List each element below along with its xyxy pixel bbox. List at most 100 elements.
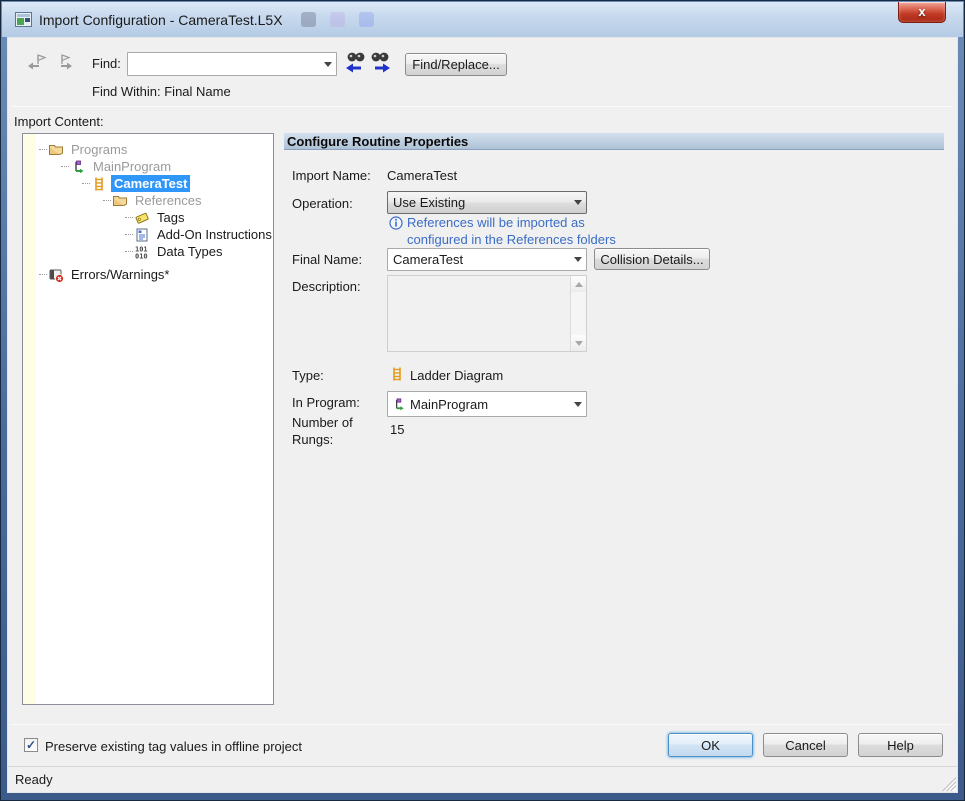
preserve-tags-label: Preserve existing tag values in offline … [45,739,302,754]
status-text: Ready [15,772,53,787]
tree-item-label[interactable]: Programs [68,141,130,158]
chevron-down-icon [574,257,582,262]
tree-item-label[interactable]: Data Types [154,243,226,260]
in-program-dropdown[interactable]: MainProgram [387,391,587,417]
collision-details-button[interactable]: Collision Details... [594,248,710,270]
operation-label: Operation: [292,196,353,211]
info-text-line2: configured in the References folders [407,231,616,248]
tree-item-programs[interactable]: Programs [23,141,273,158]
find-combobox[interactable] [127,52,337,76]
footer-separator [12,724,953,725]
tree-connector [125,217,133,218]
title-bar[interactable]: Import Configuration - CameraTest.L5X x [2,2,963,37]
status-bar: Ready [8,766,957,792]
tree-item-label[interactable]: CameraTest [111,175,190,192]
description-textarea[interactable] [387,275,587,352]
chevron-down-icon [324,62,332,67]
import-name-value: CameraTest [387,168,457,183]
import-configuration-dialog: Import Configuration - CameraTest.L5X x … [0,0,965,801]
find-combobox-dropdown[interactable] [319,53,336,75]
add-on-instruction-icon [134,227,150,243]
info-icon [389,216,403,230]
folder-icon [112,193,128,209]
window-title: Import Configuration - CameraTest.L5X [39,12,283,28]
folder-icon [48,142,64,158]
tree-connector [125,234,133,235]
find-replace-button[interactable]: Find/Replace... [405,53,507,76]
errors-warnings-icon [48,267,64,283]
in-program-dropdown-button[interactable] [569,392,586,416]
tree-item-mainprogram[interactable]: MainProgram [23,158,273,175]
toolbar-separator [12,106,953,107]
description-scrollbar[interactable] [570,276,586,351]
cancel-button[interactable]: Cancel [763,733,848,757]
program-icon [70,159,86,175]
tree-item-add-on-instructions[interactable]: Add-On Instructions [23,226,273,243]
app-icon [15,12,32,27]
in-program-label: In Program: [292,395,360,410]
program-icon [391,397,406,412]
final-name-label: Final Name: [292,252,362,267]
operation-value[interactable]: Use Existing [388,195,569,210]
tree-connector [103,200,111,201]
find-label: Find: [92,56,121,71]
import-content-tree[interactable]: Programs MainProgram [22,133,274,705]
description-value[interactable] [388,276,570,351]
tag-icon [134,210,150,226]
ghost-icon [359,12,374,27]
tree-connector [39,274,47,275]
tree-connector [125,251,133,252]
scroll-up-button[interactable] [571,276,586,292]
previous-bookmark-icon[interactable] [27,52,47,72]
operation-dropdown-button[interactable] [569,192,586,213]
find-next-icon[interactable] [369,49,391,73]
preserve-tags-checkbox[interactable]: ✓ [24,738,38,752]
chevron-down-icon [575,341,583,346]
next-bookmark-icon[interactable] [53,52,73,72]
chevron-down-icon [574,402,582,407]
ghost-icon [330,12,345,27]
operation-dropdown[interactable]: Use Existing [387,191,587,214]
find-previous-icon[interactable] [345,49,367,73]
tree-item-cameratest[interactable]: CameraTest [23,175,273,192]
tree-item-label[interactable]: References [132,192,204,209]
tree-connector [39,149,47,150]
final-name-dropdown-button[interactable] [569,249,586,270]
scroll-down-button[interactable] [571,335,586,351]
tree-connector [61,166,69,167]
find-within-label: Find Within: Final Name [92,84,231,99]
tree-connector [82,183,90,184]
info-text-line1: References will be imported as [407,214,585,231]
chevron-up-icon [575,282,583,287]
final-name-value[interactable]: CameraTest [388,252,569,267]
tree-item-label[interactable]: MainProgram [90,158,174,175]
tree-item-tags[interactable]: Tags [23,209,273,226]
tree-item-label[interactable]: Tags [154,209,187,226]
tree-item-data-types[interactable]: 101 010 Data Types [23,243,273,260]
help-button[interactable]: Help [858,733,943,757]
import-name-label: Import Name: [292,168,371,183]
import-content-label: Import Content: [14,114,104,129]
rungs-value: 15 [390,422,404,437]
tree-item-label[interactable]: Add-On Instructions [154,226,274,243]
chevron-down-icon [574,200,582,205]
data-types-icon: 101 010 [134,244,150,260]
description-label: Description: [292,279,361,294]
svg-text:010: 010 [135,252,148,260]
section-header: Configure Routine Properties [284,133,944,150]
ladder-icon [389,366,405,382]
ok-button[interactable]: OK [668,733,753,757]
type-value: Ladder Diagram [410,368,503,383]
tree-item-label[interactable]: Errors/Warnings* [68,266,172,283]
close-button[interactable]: x [898,2,946,23]
type-label: Type: [292,368,324,383]
resize-grip[interactable] [942,777,956,791]
tree-item-references[interactable]: References [23,192,273,209]
ladder-icon [91,176,107,192]
final-name-combobox[interactable]: CameraTest [387,248,587,271]
in-program-value[interactable]: MainProgram [410,397,569,412]
rungs-label: Number of Rungs: [292,414,374,448]
tree-item-errors-warnings[interactable]: Errors/Warnings* [23,266,273,283]
ghost-icon [301,12,316,27]
dialog-content: Find: Find/Replace... Find Within: Final… [7,37,958,793]
